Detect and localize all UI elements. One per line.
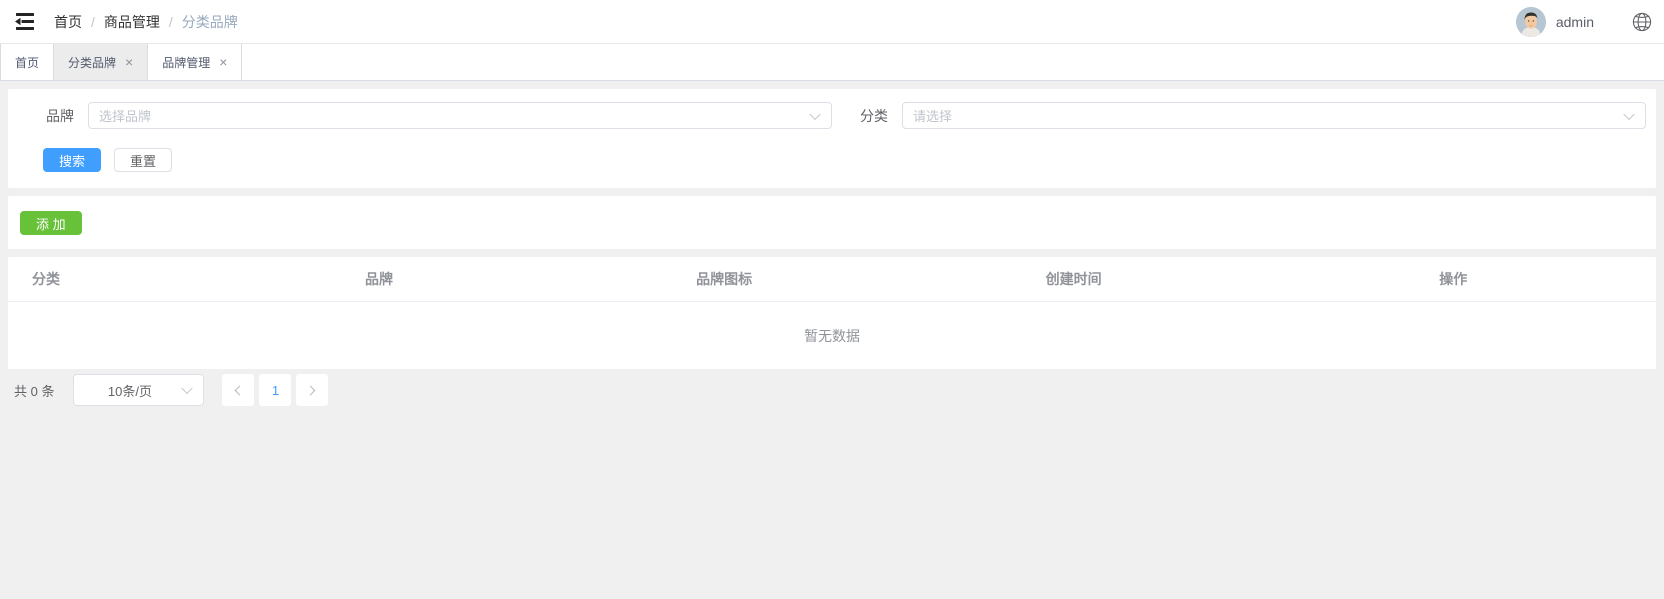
tab-brand-management[interactable]: 品牌管理 × [148, 44, 243, 80]
opened-tabs-bar: 首页 分类品牌 × 品牌管理 × [0, 44, 1664, 81]
filter-form-row: 品牌 选择品牌 分类 请选择 [18, 102, 1646, 129]
user-avatar[interactable] [1515, 6, 1546, 37]
column-header-brand-icon: 品牌图标 [696, 271, 753, 287]
top-navbar: 首页 / 商品管理 / 分类品牌 admin [0, 0, 1664, 44]
tab-label: 首页 [15, 55, 40, 70]
search-button[interactable]: 搜索 [43, 148, 102, 172]
pagination: 共 0 条 10条/页 1 [8, 374, 1656, 406]
globe-icon[interactable] [1632, 12, 1652, 32]
close-icon[interactable]: × [219, 55, 227, 69]
current-page-number: 1 [271, 382, 280, 398]
pager: 1 [222, 374, 329, 406]
chevron-down-icon [1623, 108, 1635, 120]
tab-home[interactable]: 首页 [0, 44, 55, 80]
page-size-value: 10条/页 [107, 383, 152, 399]
chevron-right-icon [306, 385, 316, 395]
username-label[interactable]: admin [1556, 14, 1594, 30]
breadcrumb-category-brand: 分类品牌 [181, 13, 238, 30]
breadcrumb-goods-management[interactable]: 商品管理 [104, 12, 160, 32]
page-size-select[interactable]: 10条/页 [73, 374, 205, 406]
prev-page-button[interactable] [222, 374, 255, 406]
category-label: 分类 [860, 107, 888, 124]
next-page-button[interactable] [296, 374, 329, 406]
close-icon[interactable]: × [125, 55, 133, 69]
table-empty-row: 暂无数据 [8, 302, 1656, 369]
breadcrumb: 首页 / 商品管理 / 分类品牌 [54, 12, 238, 32]
reset-button[interactable]: 重置 [114, 148, 173, 172]
add-button[interactable]: 添 加 [20, 211, 82, 235]
chevron-left-icon [235, 385, 245, 395]
column-header-brand: 品牌 [365, 271, 393, 287]
column-header-actions: 操作 [1439, 271, 1468, 287]
brand-select[interactable]: 选择品牌 [88, 102, 832, 129]
breadcrumb-separator: / [91, 13, 95, 30]
empty-data-text: 暂无数据 [804, 327, 860, 344]
filter-card: 品牌 选择品牌 分类 请选择 搜索 重置 [8, 89, 1656, 188]
tab-label: 分类品牌 [68, 55, 117, 70]
category-select[interactable]: 请选择 [902, 102, 1646, 129]
page-number-button[interactable]: 1 [259, 374, 292, 406]
breadcrumb-home[interactable]: 首页 [54, 12, 82, 32]
category-select-placeholder: 请选择 [913, 109, 953, 124]
tab-category-brand[interactable]: 分类品牌 × [54, 44, 149, 80]
column-header-created-time: 创建时间 [1045, 271, 1102, 287]
menu-fold-icon[interactable] [8, 7, 42, 37]
pagination-total: 共 0 条 [14, 383, 55, 399]
table-card: 分类 品牌 品牌图标 创建时间 操作 暂无数据 [8, 257, 1656, 369]
chevron-down-icon [809, 108, 821, 120]
table-header-row: 分类 品牌 品牌图标 创建时间 操作 [8, 257, 1656, 302]
filter-buttons-row: 搜索 重置 [18, 148, 1646, 172]
category-filter-item: 分类 请选择 [832, 102, 1646, 129]
tab-label: 品牌管理 [162, 55, 211, 70]
main-content: 品牌 选择品牌 分类 请选择 搜索 重置 添 加 分类 品牌 品牌图标 创建时间… [0, 81, 1664, 414]
brand-filter-item: 品牌 选择品牌 [18, 102, 832, 129]
column-header-category: 分类 [32, 271, 60, 287]
brand-select-placeholder: 选择品牌 [99, 109, 152, 124]
toolbar-card: 添 加 [8, 196, 1656, 249]
brand-label: 品牌 [46, 107, 74, 124]
chevron-down-icon [181, 382, 194, 395]
breadcrumb-separator: / [168, 13, 173, 30]
